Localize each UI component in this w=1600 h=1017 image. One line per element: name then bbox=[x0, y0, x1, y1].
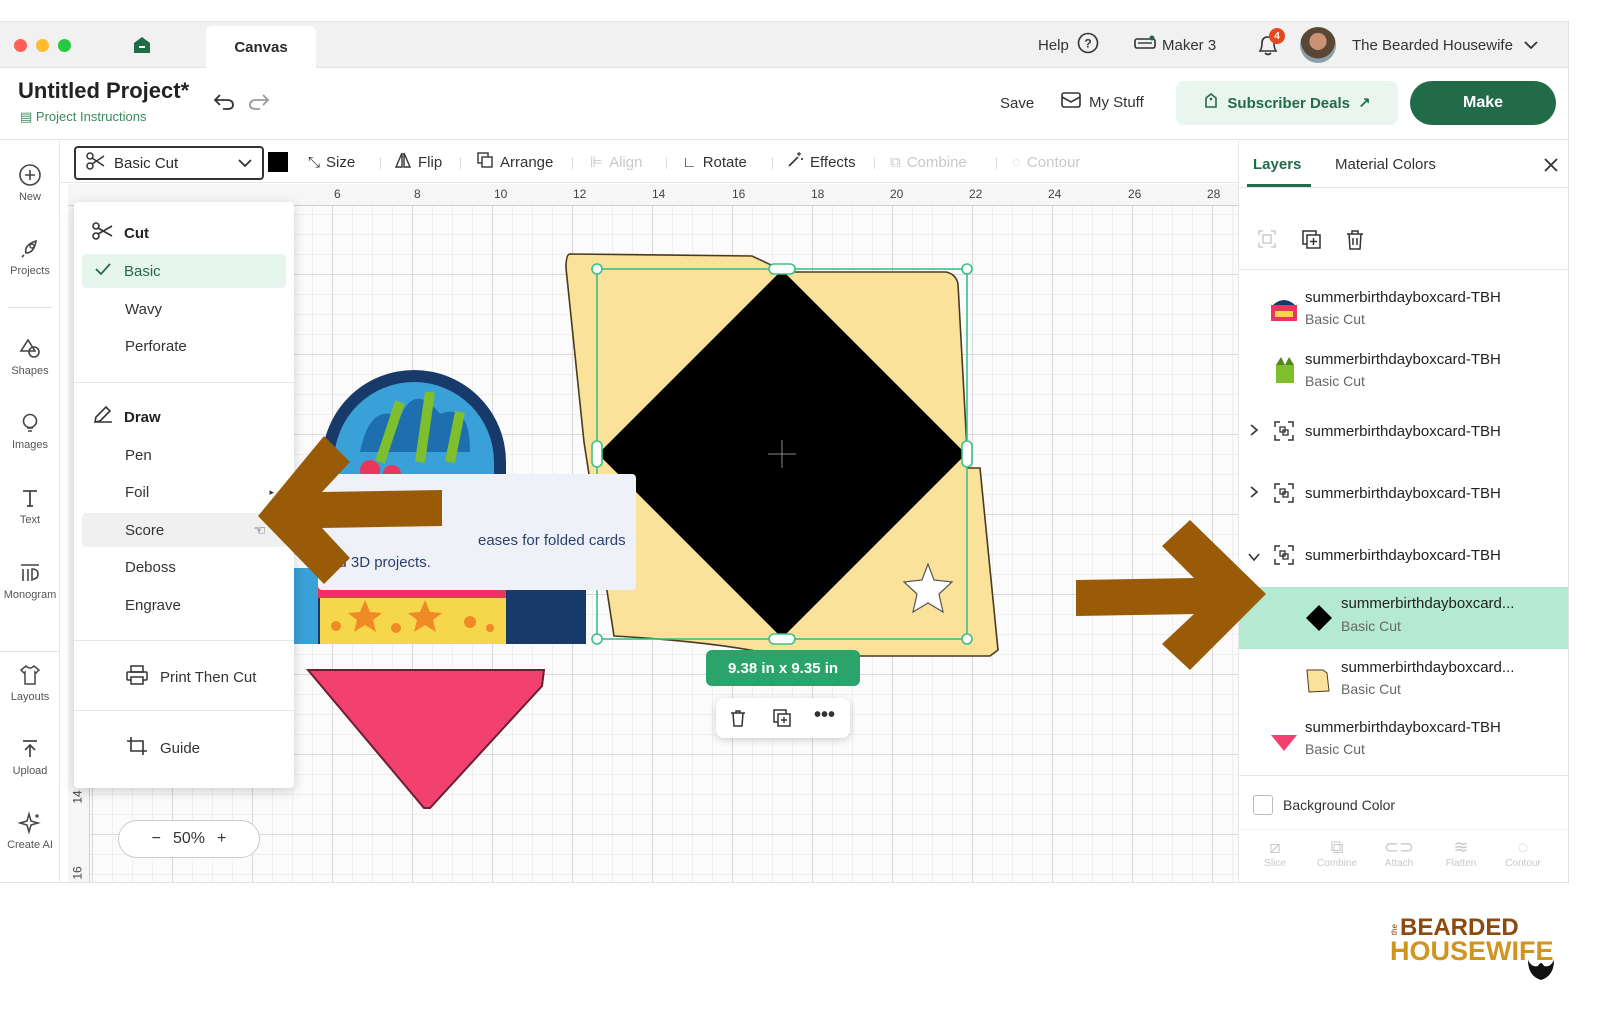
arrow-left-annotation bbox=[258, 436, 442, 584]
beard-logo-icon bbox=[1528, 960, 1554, 980]
brand-watermark: the BEARDED HOUSEWIFE bbox=[1390, 914, 1560, 984]
arrow-right-annotation bbox=[1076, 520, 1266, 670]
watermark-prefix: the bbox=[1390, 924, 1399, 936]
tutorial-overlay bbox=[258, 436, 1266, 670]
cricut-design-space-window: Canvas Help ? Maker 3 4 The Bearded Hous… bbox=[0, 22, 1568, 882]
